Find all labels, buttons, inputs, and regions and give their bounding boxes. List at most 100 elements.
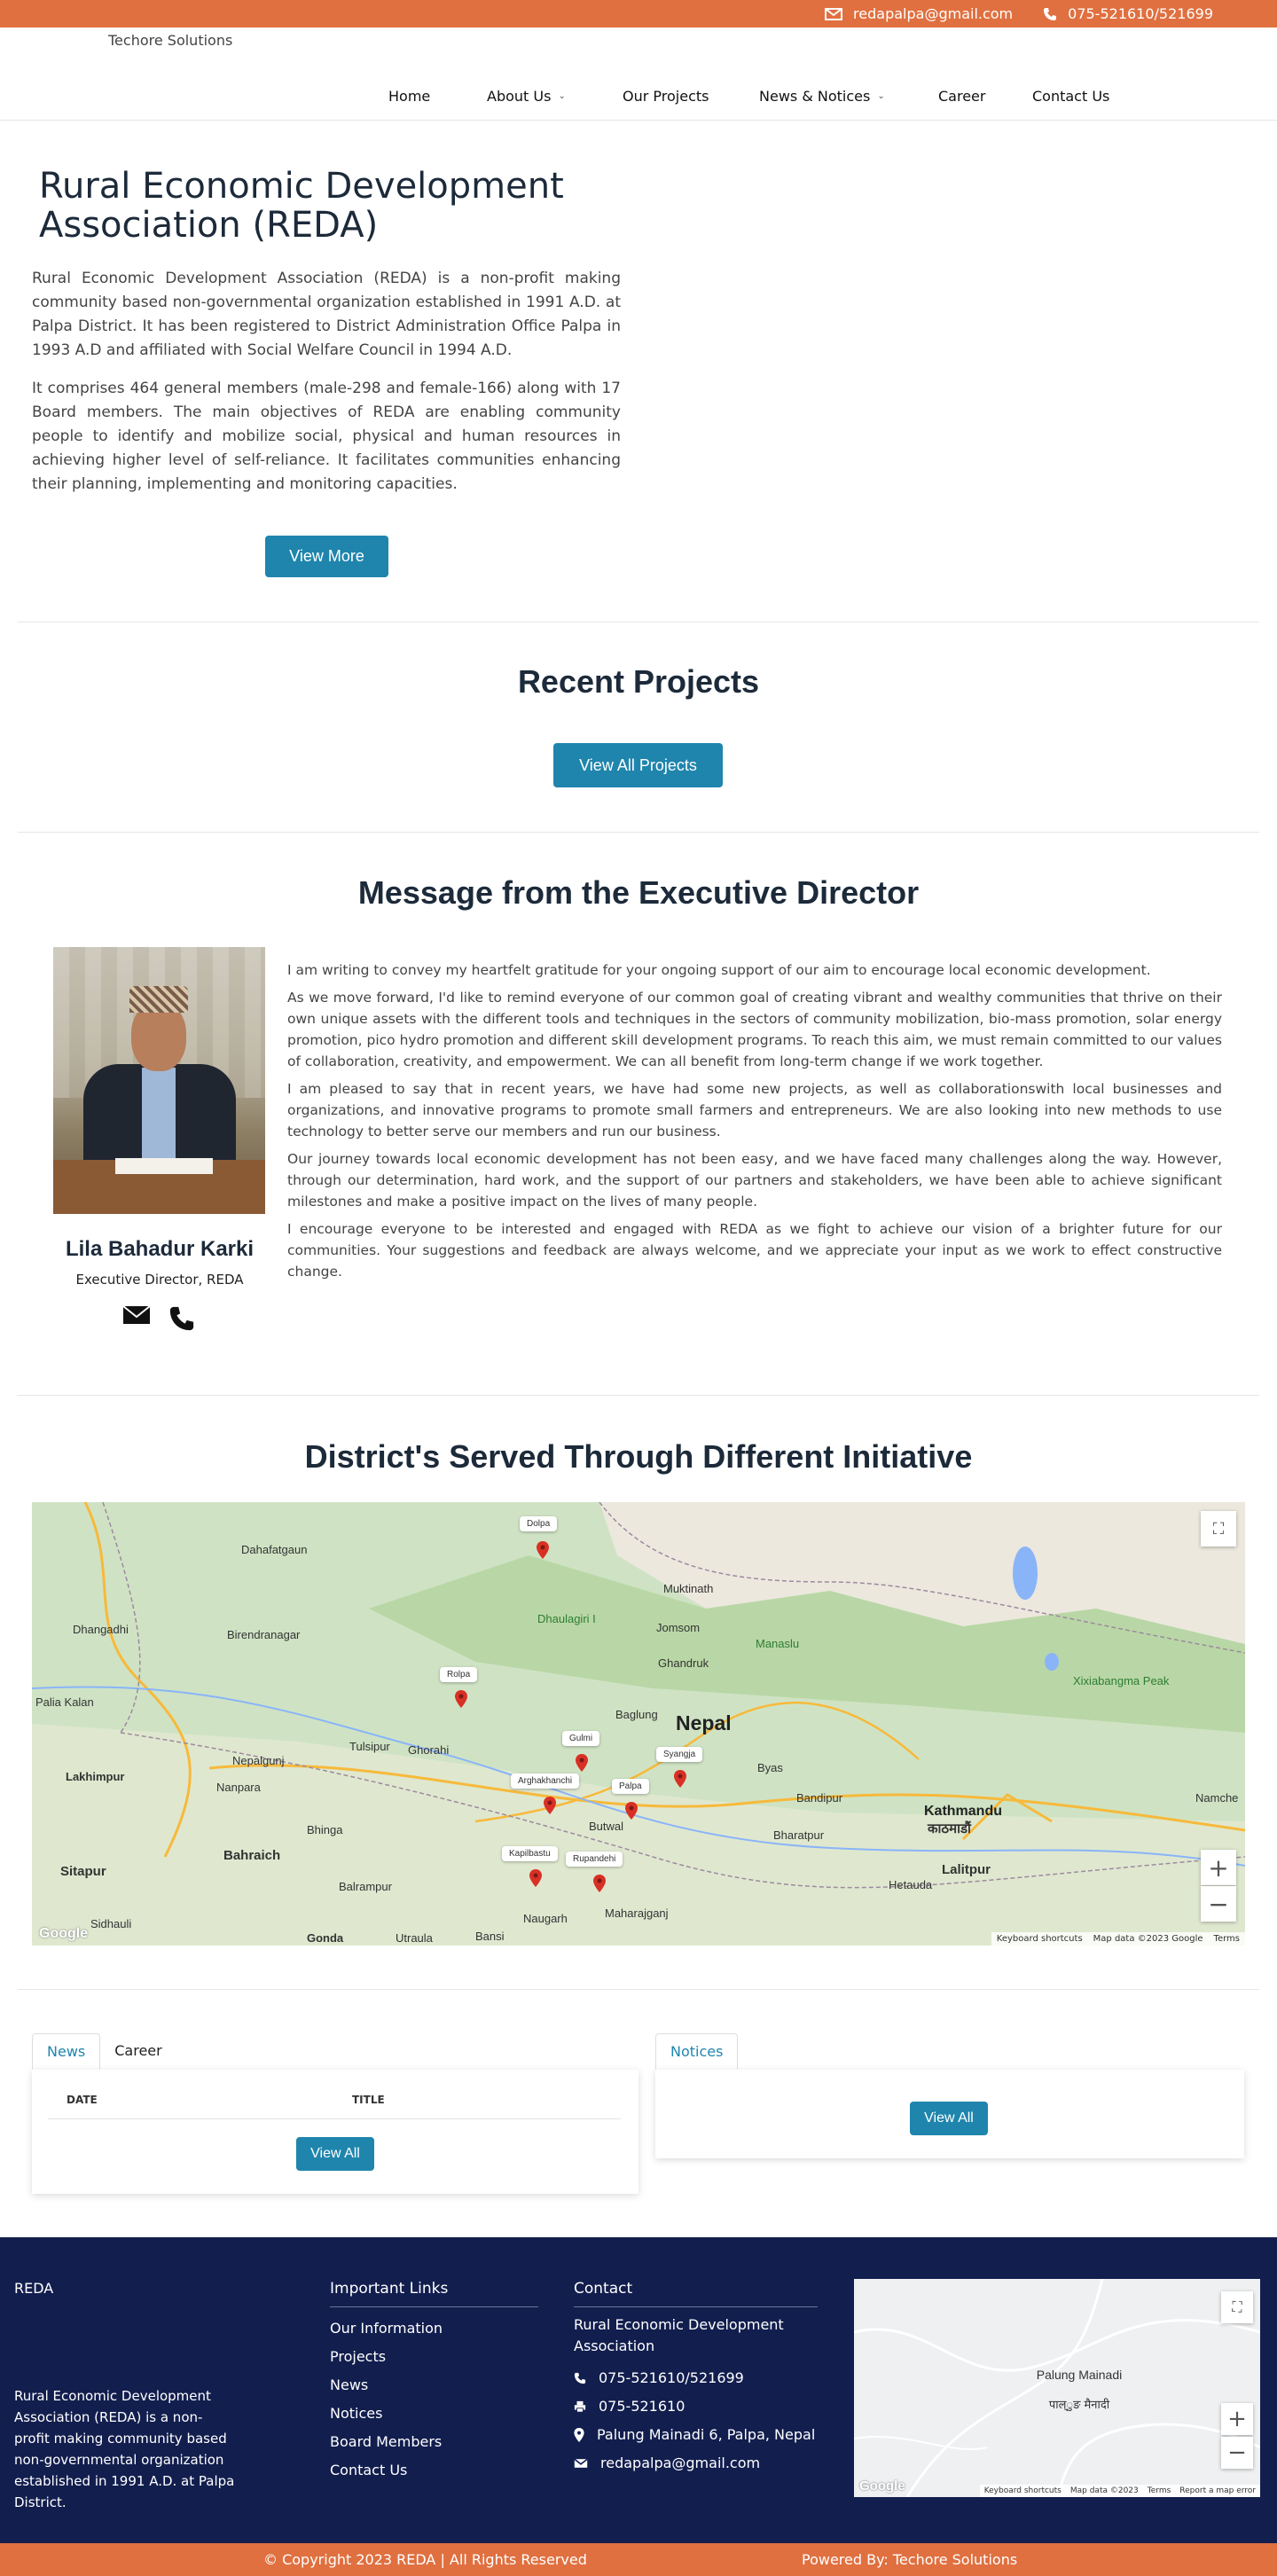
map-capital-label: Kathmandu — [924, 1804, 1002, 1819]
notices-view-all-button[interactable]: View All — [910, 2102, 988, 2135]
zoom-in-button[interactable]: + — [1201, 1850, 1236, 1885]
nav-career[interactable]: Career — [938, 88, 1032, 105]
map-label: Dhaulagiri I — [537, 1612, 596, 1625]
mail-icon[interactable] — [122, 1305, 151, 1325]
footer-fax: 075-521610 — [574, 2392, 815, 2421]
footer-address: Palung Mainadi 6, Palpa, Nepal — [574, 2421, 815, 2449]
chevron-down-icon: ⌄ — [558, 91, 566, 101]
map-label: Utraula — [396, 1931, 433, 1945]
footer-contact: Rural Economic Development Association 0… — [574, 2314, 815, 2478]
map-label: Bansi — [475, 1930, 505, 1943]
phone-icon — [1044, 7, 1057, 20]
top-phone[interactable]: 075-521610/521699 — [1043, 5, 1213, 22]
nav-projects-label: Our Projects — [623, 88, 709, 105]
copyright-text: © Copyright 2023 REDA | All Rights Reser… — [263, 2551, 587, 2568]
footer-email-text[interactable]: redapalpa@gmail.com — [600, 2449, 760, 2478]
chevron-down-icon: ⌄ — [877, 91, 885, 101]
column-title: TITLE — [352, 2094, 385, 2106]
terms-link[interactable]: Terms — [1214, 1934, 1240, 1944]
nav-news-label: News & Notices — [759, 88, 871, 105]
nav-home[interactable]: Home — [388, 88, 487, 105]
marker-label-kapilbastu[interactable]: Kapilbastu — [502, 1846, 558, 1861]
footer-logo[interactable]: REDA — [14, 2280, 53, 2297]
footer-email[interactable]: redapalpa@gmail.com — [574, 2449, 815, 2478]
marker-label-palpa[interactable]: Palpa — [612, 1779, 649, 1794]
about-paragraph-1: Rural Economic Development Association (… — [32, 270, 621, 359]
director-message: I am writing to convey my heartfelt grat… — [287, 959, 1222, 1288]
marker-label-rupandehi[interactable]: Rupandehi — [566, 1852, 623, 1867]
notices-card: View All — [655, 2070, 1244, 2158]
map-label: Lalitpur — [942, 1862, 991, 1877]
map-pin-icon[interactable] — [544, 1797, 556, 1814]
copyright-bar: © Copyright 2023 REDA | All Rights Reser… — [0, 2543, 1277, 2576]
top-email[interactable]: redapalpa@gmail.com — [825, 5, 1013, 22]
top-contact-bar: redapalpa@gmail.com 075-521610/521699 — [0, 0, 1277, 27]
map-pin-icon[interactable] — [455, 1690, 467, 1708]
nav-about-us[interactable]: About Us ⌄ — [487, 88, 623, 105]
google-logo: Google — [859, 2478, 905, 2494]
map-data-text: Map data ©2023 — [1069, 2486, 1139, 2495]
footer-link-projects[interactable]: Projects — [330, 2343, 443, 2371]
director-section-title: Message from the Executive Director — [357, 874, 920, 911]
top-email-text[interactable]: redapalpa@gmail.com — [853, 5, 1013, 22]
keyboard-shortcuts-link[interactable]: Keyboard shortcuts — [984, 2486, 1062, 2495]
map-label: Muktinath — [663, 1582, 714, 1595]
message-paragraph: As we move forward, I'd like to remind e… — [287, 990, 1222, 1069]
zoom-out-button[interactable]: − — [1201, 1886, 1236, 1922]
news-view-all-button[interactable]: View All — [296, 2137, 374, 2171]
tab-news[interactable]: News — [32, 2033, 101, 2070]
nav-home-label: Home — [388, 88, 431, 105]
zoom-in-button[interactable]: + — [1221, 2403, 1253, 2435]
terms-link[interactable]: Terms — [1148, 2486, 1171, 2495]
footer-link-our-information[interactable]: Our Information — [330, 2314, 443, 2343]
map-pin-icon[interactable] — [576, 1754, 588, 1772]
map-label: Baglung — [615, 1708, 658, 1721]
footer-map[interactable]: Palung Mainadi पाल्ुङ मैनादी ⛶ + − Googl… — [854, 2279, 1260, 2497]
marker-label-arghakhanchi[interactable]: Arghakhanchi — [511, 1773, 580, 1789]
marker-label-syangja[interactable]: Syangja — [656, 1747, 703, 1762]
marker-label-gulmi[interactable]: Gulmi — [562, 1731, 600, 1746]
keyboard-shortcuts-link[interactable]: Keyboard shortcuts — [997, 1934, 1083, 1944]
nav-news-notices[interactable]: News & Notices ⌄ — [759, 88, 938, 105]
footer-link-board-members[interactable]: Board Members — [330, 2428, 443, 2456]
site-logo[interactable]: Techore Solutions — [108, 29, 250, 52]
table-divider — [48, 2118, 621, 2119]
report-map-error-link[interactable]: Report a map error — [1179, 2486, 1256, 2495]
marker-label-rolpa[interactable]: Rolpa — [440, 1667, 478, 1682]
footer-phone-text[interactable]: 075-521610/521699 — [599, 2364, 744, 2392]
nav-contact-label: Contact Us — [1032, 88, 1110, 105]
map-label: Lakhimpur — [66, 1770, 125, 1783]
footer-link-notices[interactable]: Notices — [330, 2400, 443, 2428]
map-label: Byas — [757, 1761, 783, 1774]
footer-org-name: Rural Economic Development Association — [574, 2316, 784, 2354]
footer-phone[interactable]: 075-521610/521699 — [574, 2364, 815, 2392]
map-label: Gonda — [307, 1931, 344, 1945]
map-pin-icon[interactable] — [625, 1802, 638, 1820]
powered-by-link[interactable]: Powered By: Techore Solutions — [802, 2551, 1017, 2568]
map-pin-icon[interactable] — [537, 1541, 549, 1559]
nav-contact-us[interactable]: Contact Us — [1032, 88, 1109, 105]
top-phone-text[interactable]: 075-521610/521699 — [1068, 5, 1213, 22]
marker-label-dolpa[interactable]: Dolpa — [520, 1516, 558, 1531]
map-pin-icon[interactable] — [674, 1770, 686, 1788]
map-label: Dahafatgaun — [241, 1543, 308, 1556]
nav-our-projects[interactable]: Our Projects — [623, 88, 759, 105]
tab-notices[interactable]: Notices — [655, 2033, 739, 2070]
districts-map[interactable]: Dahafatgaun Muktinath Jomsom Dhaulagiri … — [32, 1502, 1245, 1946]
view-all-projects-button[interactable]: View All Projects — [553, 743, 723, 787]
footer-link-contact-us[interactable]: Contact Us — [330, 2456, 443, 2485]
footer-link-news[interactable]: News — [330, 2371, 443, 2400]
map-capital-local: काठमाडौं — [928, 1821, 971, 1836]
map-label: Maharajganj — [605, 1907, 669, 1920]
map-pin-icon[interactable] — [593, 1875, 606, 1892]
view-more-button[interactable]: View More — [265, 536, 388, 577]
footer-rule — [574, 2306, 818, 2307]
phone-icon[interactable] — [168, 1305, 195, 1332]
fullscreen-icon[interactable]: ⛶ — [1201, 1511, 1236, 1546]
map-pin-icon[interactable] — [529, 1869, 542, 1887]
main-nav: Home About Us ⌄ Our Projects News & Notic… — [388, 88, 1109, 105]
zoom-out-button[interactable]: − — [1221, 2437, 1253, 2469]
tab-career[interactable]: Career — [100, 2033, 176, 2070]
footer-map-attribution: Keyboard shortcuts Map data ©2023 Terms … — [979, 2485, 1260, 2497]
fullscreen-icon[interactable]: ⛶ — [1221, 2291, 1253, 2323]
